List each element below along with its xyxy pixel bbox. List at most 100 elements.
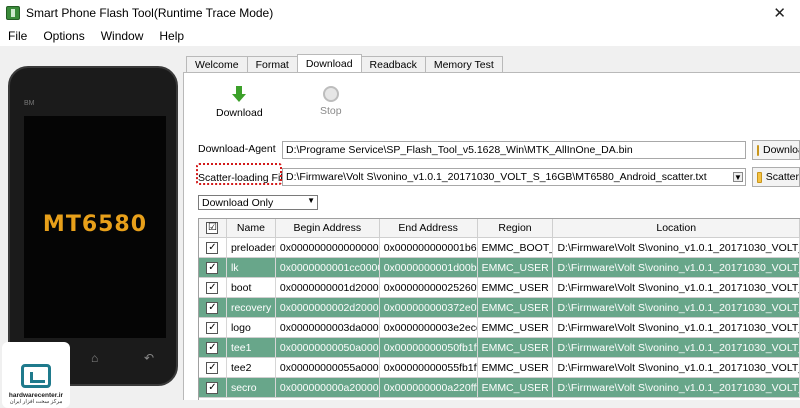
row-name: boot (227, 278, 276, 297)
row-end-address: 0x000000000a220fff (380, 378, 478, 397)
row-begin-address: 0x00000000055a0000 (276, 358, 380, 377)
row-end-address: 0x000000000001b6b7 (380, 238, 478, 257)
row-name: secro (227, 378, 276, 397)
header-end-address: End Address (380, 219, 478, 237)
row-begin-address: 0x0000000001cc0000 (276, 258, 380, 277)
table-row[interactable]: ✓ tee2 0x00000000055a0000 0x00000000055fb1f… (199, 358, 800, 378)
phone-panel: BM MT6580 ⊓ ⌂ ↶ hardwarecenter.ir مرکز س… (0, 46, 182, 408)
stop-button-label: Stop (320, 105, 342, 117)
logo-mark-icon (21, 364, 51, 388)
row-checkbox[interactable]: ✓ (206, 381, 219, 394)
title-bar: Smart Phone Flash Tool(Runtime Trace Mod… (0, 0, 800, 26)
row-region: EMMC_USER (478, 298, 554, 317)
row-end-address: 0x00000000025260ff (380, 278, 478, 297)
tab-download[interactable]: Download (296, 54, 362, 72)
phone-screen: MT6580 (24, 116, 166, 338)
close-icon[interactable]: ✕ (773, 4, 786, 22)
row-checkbox[interactable]: ✓ (206, 261, 219, 274)
download-mode-value: Download Only (202, 196, 274, 209)
row-region: EMMC_USER (478, 358, 554, 377)
row-checkbox[interactable]: ✓ (206, 361, 219, 374)
download-agent-browse-button[interactable]: Download (752, 140, 800, 160)
phone-image: BM MT6580 ⊓ ⌂ ↶ (8, 66, 178, 386)
download-agent-field[interactable]: D:\Programe Service\SP_Flash_Tool_v5.162… (282, 141, 746, 159)
row-begin-address: 0x0000000000000000 (276, 238, 380, 257)
scatter-file-field[interactable]: D:\Firmware\Volt S\vonino_v1.0.1_2017103… (282, 168, 746, 186)
row-region: EMMC_USER (478, 258, 554, 277)
table-row[interactable]: ✓ tee1 0x00000000050a0000 0x00000000050fb1f… (199, 338, 800, 358)
row-location: D:\Firmware\Volt S\vonino_v1.0.1_2017103… (553, 258, 800, 277)
download-agent-label: Download-Agent (198, 143, 276, 155)
row-check-cell[interactable]: ✓ (199, 238, 227, 257)
scatter-browse-label: Scatter (765, 171, 799, 183)
menu-help[interactable]: Help (151, 29, 192, 43)
table-row[interactable]: ✓ lk 0x0000000001cc0000 0x0000000001d00b5f E… (199, 258, 800, 278)
row-name: recovery (227, 298, 276, 317)
row-begin-address: 0x0000000001d20000 (276, 278, 380, 297)
app-icon (6, 6, 20, 20)
menu-options[interactable]: Options (35, 29, 92, 43)
row-region: EMMC_USER (478, 318, 554, 337)
row-location: D:\Firmware\Volt S\vonino_v1.0.1_2017103… (553, 278, 800, 297)
row-end-address: 0x0000000001d00b5f (380, 258, 478, 277)
chevron-down-icon: ▼ (307, 196, 315, 205)
row-check-cell[interactable]: ✓ (199, 358, 227, 377)
tab-welcome[interactable]: Welcome (186, 56, 248, 72)
menu-window[interactable]: Window (93, 29, 152, 43)
row-end-address: 0x00000000050fb1ff (380, 338, 478, 357)
row-name: tee2 (227, 358, 276, 377)
folder-icon (757, 171, 762, 183)
header-region: Region (478, 219, 554, 237)
table-header: ☑ Name Begin Address End Address Region … (199, 219, 800, 238)
header-name: Name (227, 219, 276, 237)
table-row[interactable]: ✓ logo 0x0000000003da0000 0x0000000003e2ecc… (199, 318, 800, 338)
row-end-address: 0x000000000372e0ff (380, 298, 478, 317)
row-check-cell[interactable]: ✓ (199, 278, 227, 297)
row-checkbox[interactable]: ✓ (206, 301, 219, 314)
download-button-label: Download (216, 107, 263, 119)
tab-strip: Welcome Format Download Readback Memory … (186, 54, 503, 72)
check-all-box[interactable]: ☑ (206, 222, 219, 234)
partition-table: ☑ Name Begin Address End Address Region … (198, 218, 800, 400)
tab-readback[interactable]: Readback (360, 56, 426, 72)
table-row[interactable]: ✓ preloader 0x0000000000000000 0x0000000000… (199, 238, 800, 258)
header-begin-address: Begin Address (276, 219, 380, 237)
row-checkbox[interactable]: ✓ (206, 281, 219, 294)
row-region: EMMC_USER (478, 338, 554, 357)
row-region: EMMC_USER (478, 278, 554, 297)
row-end-address: 0x00000000055fb1ff (380, 358, 478, 377)
logo-name: hardwarecenter.ir (8, 392, 64, 399)
table-body: ✓ preloader 0x0000000000000000 0x0000000000… (199, 238, 800, 398)
scatter-label-highlight (196, 163, 282, 185)
row-check-cell[interactable]: ✓ (199, 258, 227, 277)
table-row[interactable]: ✓ secro 0x000000000a200000 0x000000000a220f… (199, 378, 800, 398)
table-row[interactable]: ✓ recovery 0x0000000002d20000 0x00000000037… (199, 298, 800, 318)
row-name: preloader (227, 238, 276, 257)
header-location: Location (553, 219, 800, 237)
row-check-cell[interactable]: ✓ (199, 298, 227, 317)
row-location: D:\Firmware\Volt S\vonino_v1.0.1_2017103… (553, 378, 800, 397)
row-checkbox[interactable]: ✓ (206, 321, 219, 334)
row-check-cell[interactable]: ✓ (199, 318, 227, 337)
download-arrow-icon (232, 86, 247, 104)
row-name: logo (227, 318, 276, 337)
row-region: EMMC_USER (478, 378, 554, 397)
menu-bar: File Options Window Help (0, 26, 800, 46)
scatter-browse-button[interactable]: Scatter (752, 167, 800, 187)
folder-icon (757, 144, 759, 156)
chevron-down-icon[interactable]: ▼ (733, 172, 743, 182)
row-check-cell[interactable]: ✓ (199, 338, 227, 357)
window-title: Smart Phone Flash Tool(Runtime Trace Mod… (26, 6, 274, 20)
header-check-all[interactable]: ☑ (199, 219, 227, 237)
phone-brand: BM (24, 100, 35, 107)
row-check-cell[interactable]: ✓ (199, 378, 227, 397)
download-button[interactable]: Download (216, 86, 263, 119)
download-mode-select[interactable]: Download Only ▼ (198, 195, 318, 210)
tab-format[interactable]: Format (246, 56, 298, 72)
tab-memory-test[interactable]: Memory Test (424, 56, 503, 72)
stop-button[interactable]: Stop (320, 86, 342, 117)
table-row[interactable]: ✓ boot 0x0000000001d20000 0x00000000025260f… (199, 278, 800, 298)
menu-file[interactable]: File (0, 29, 35, 43)
row-checkbox[interactable]: ✓ (206, 341, 219, 354)
row-checkbox[interactable]: ✓ (206, 241, 219, 254)
